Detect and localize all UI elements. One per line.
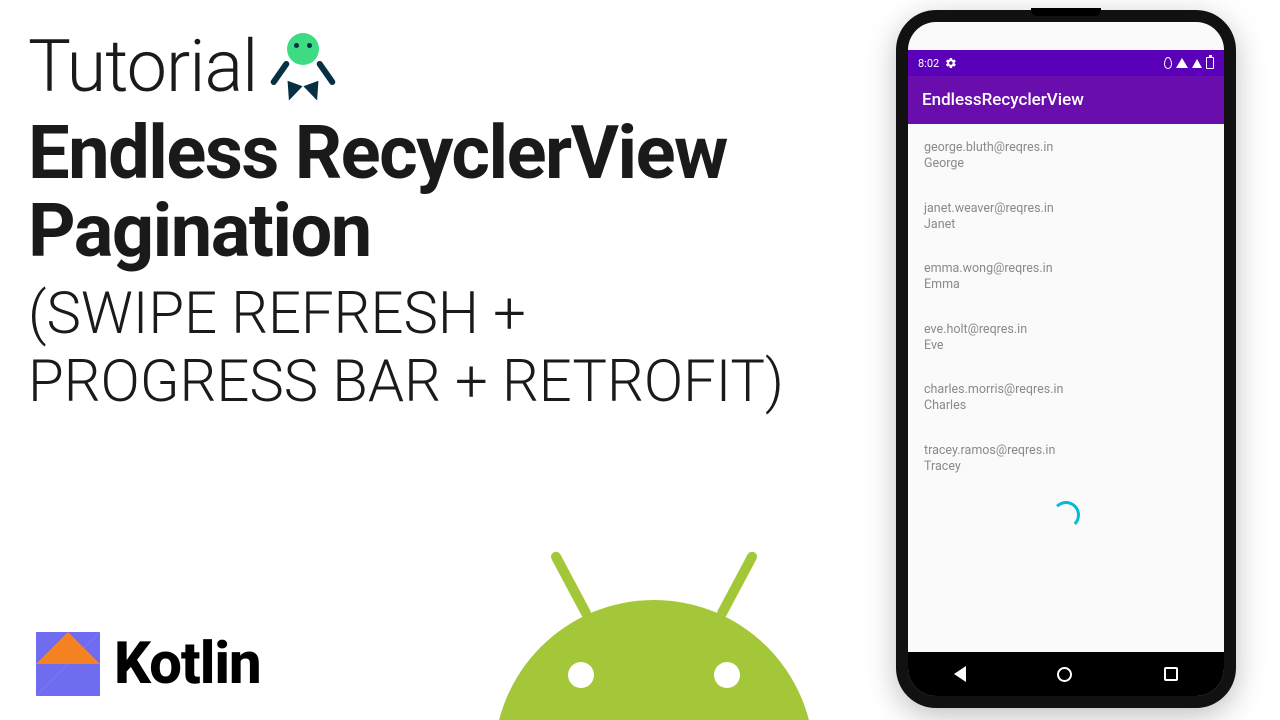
signal-icon [1192,59,1202,68]
list-item-name: Janet [924,217,1208,233]
list-item[interactable]: eve.holt@reqres.in Eve [908,312,1224,373]
subtitle: (SWIPE REFRESH + PROGRESS BAR + RETROFIT… [28,280,808,417]
kotlin-label: Kotlin [114,630,261,698]
battery-icon [1206,57,1214,69]
list-item[interactable]: emma.wong@reqres.in Emma [908,251,1224,312]
list-item[interactable]: charles.morris@reqres.in Charles [908,372,1224,433]
list-item-name: George [924,156,1208,172]
phone-speaker [1031,8,1101,16]
list-item-name: Emma [924,277,1208,293]
list-item[interactable]: janet.weaver@reqres.in Janet [908,191,1224,252]
status-bar: 8:02 [908,50,1224,76]
phone-screen[interactable]: 8:02 EndlessRecyclerView george.bluth@re… [908,22,1224,696]
app-bar: EndlessRecyclerView [908,76,1224,124]
recents-button[interactable] [1164,667,1178,681]
kotlin-badge: Kotlin [36,630,261,698]
tutorial-label: Tutorial [28,24,257,109]
list-item-name: Eve [924,338,1208,354]
wifi-icon [1176,58,1188,68]
app-title: EndlessRecyclerView [922,90,1084,110]
status-time: 8:02 [918,57,939,70]
gear-icon [945,57,957,69]
list-item[interactable]: george.bluth@reqres.in George [908,130,1224,191]
android-studio-icon [269,33,337,101]
android-robot-icon [474,520,834,720]
list-item-email: janet.weaver@reqres.in [924,201,1208,217]
location-icon [1164,57,1172,69]
list-item-email: charles.morris@reqres.in [924,382,1208,398]
list-item-email: emma.wong@reqres.in [924,261,1208,277]
list-item-name: Charles [924,398,1208,414]
nav-bar [908,652,1224,696]
list-item-name: Tracey [924,459,1208,475]
list-item-email: eve.holt@reqres.in [924,322,1208,338]
list-item-email: tracey.ramos@reqres.in [924,443,1208,459]
main-title: Endless RecyclerView Pagination [28,115,808,272]
list-item-email: george.bluth@reqres.in [924,140,1208,156]
phone-mockup: 8:02 EndlessRecyclerView george.bluth@re… [896,10,1236,708]
back-button[interactable] [954,666,966,682]
list-item[interactable]: tracey.ramos@reqres.in Tracey [908,433,1224,494]
title-block: Tutorial Endless RecyclerView Pagination… [28,24,808,417]
tutorial-line: Tutorial [28,24,808,109]
progress-spinner-icon [1052,501,1080,529]
home-button[interactable] [1057,667,1072,682]
recycler-list[interactable]: george.bluth@reqres.in George janet.weav… [908,124,1224,535]
kotlin-logo-icon [36,632,100,696]
